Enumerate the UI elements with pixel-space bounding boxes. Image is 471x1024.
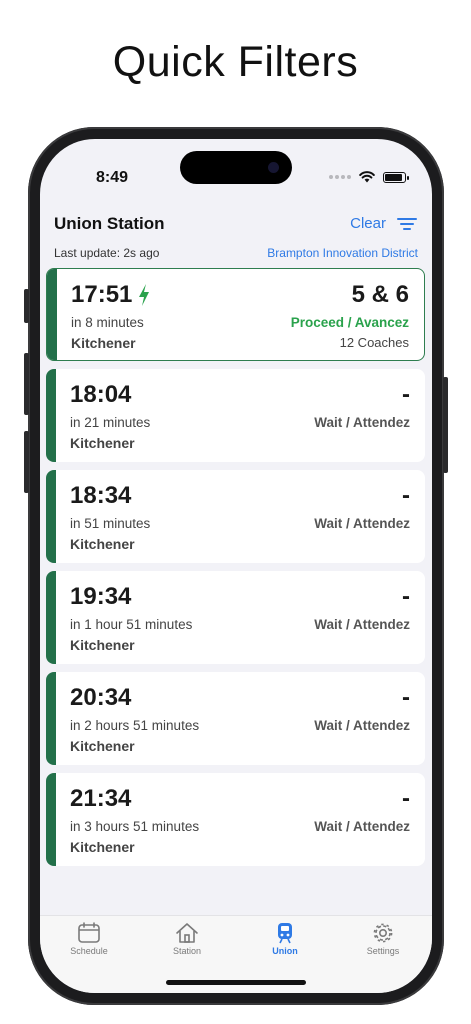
boarding-status: Proceed / Avancez: [290, 315, 409, 330]
camera-icon: [268, 162, 279, 173]
departure-card[interactable]: 18:04 in 21 minutes Kitchener - Wait / A…: [46, 369, 425, 462]
line-color-bar: [46, 773, 56, 866]
departure-destination: Kitchener: [71, 335, 136, 351]
departure-card[interactable]: 19:34 in 1 hour 51 minutes Kitchener - W…: [46, 571, 425, 664]
battery-icon: [383, 171, 409, 183]
platform-number: -: [402, 583, 410, 610]
volume-down-button: [24, 431, 29, 493]
platform-number: -: [402, 684, 410, 711]
calendar-icon: [78, 922, 100, 943]
app-screen: 8:49 Union Station Clear Last update: 2s…: [40, 139, 432, 993]
status-icons: [329, 170, 409, 184]
departure-card[interactable]: 20:34 in 2 hours 51 minutes Kitchener - …: [46, 672, 425, 765]
tab-label: Schedule: [70, 946, 108, 956]
departure-time: 20:34: [70, 684, 132, 711]
tab-bar: Schedule Station Union Settings: [40, 915, 432, 993]
power-button: [443, 377, 448, 473]
station-title: Union Station: [54, 214, 165, 233]
line-color-bar: [46, 571, 56, 664]
phone-frame: 8:49 Union Station Clear Last update: 2s…: [24, 127, 448, 1005]
line-color-bar: [46, 369, 56, 462]
gear-icon: [373, 923, 393, 943]
district-link[interactable]: Brampton Innovation District: [267, 246, 418, 260]
filter-icon[interactable]: [397, 217, 417, 231]
line-color-bar: [47, 269, 57, 360]
boarding-status: Wait / Attendez: [314, 819, 410, 834]
platform-number: 5 & 6: [351, 281, 409, 308]
line-color-bar: [46, 470, 56, 563]
tab-settings[interactable]: Settings: [334, 916, 432, 993]
home-indicator: [166, 980, 306, 985]
departure-relative-time: in 51 minutes: [70, 516, 151, 531]
tab-label: Union: [272, 946, 298, 956]
cellular-icon: [329, 175, 351, 179]
departure-destination: Kitchener: [70, 637, 135, 653]
tab-label: Station: [172, 946, 202, 956]
departure-destination: Kitchener: [70, 435, 135, 451]
departure-time: 21:34: [70, 785, 132, 812]
departure-relative-time: in 8 minutes: [71, 315, 144, 330]
departure-relative-time: in 21 minutes: [70, 415, 151, 430]
departure-destination: Kitchener: [70, 738, 135, 754]
boarding-status: Wait / Attendez: [314, 718, 410, 733]
departure-list: 17:51 in 8 minutes Kitchener 5 & 6 Proce…: [46, 268, 425, 874]
volume-up-button: [24, 353, 29, 415]
status-time: 8:49: [96, 169, 129, 186]
house-icon: [176, 923, 198, 943]
departure-relative-time: in 3 hours 51 minutes: [70, 819, 200, 834]
departure-relative-time: in 1 hour 51 minutes: [70, 617, 193, 632]
boarding-status: Wait / Attendez: [314, 415, 410, 430]
clear-filter-button[interactable]: Clear: [350, 215, 386, 232]
departure-card[interactable]: 17:51 in 8 minutes Kitchener 5 & 6 Proce…: [46, 268, 425, 361]
departure-card[interactable]: 21:34 in 3 hours 51 minutes Kitchener - …: [46, 773, 425, 866]
boarding-status: Wait / Attendez: [314, 516, 410, 531]
departure-time: 18:04: [70, 381, 132, 408]
train-icon: [278, 923, 292, 944]
departure-card[interactable]: 18:34 in 51 minutes Kitchener - Wait / A…: [46, 470, 425, 563]
departure-time: 18:34: [70, 482, 132, 509]
action-button: [24, 289, 29, 323]
last-update-text: Last update: 2s ago: [54, 246, 160, 260]
departure-relative-time: in 2 hours 51 minutes: [70, 718, 200, 733]
boarding-status: Wait / Attendez: [314, 617, 410, 632]
departure-time: 17:51: [71, 281, 133, 308]
bolt-icon: [139, 284, 150, 306]
page-headline: Quick Filters: [112, 38, 359, 86]
tab-schedule[interactable]: Schedule: [40, 916, 138, 993]
status-bar: 8:49: [40, 139, 432, 195]
wifi-icon: [359, 171, 375, 183]
platform-number: -: [402, 482, 410, 509]
platform-number: -: [402, 381, 410, 408]
coach-count: 12 Coaches: [339, 335, 409, 350]
platform-number: -: [402, 785, 410, 812]
dynamic-island: [180, 151, 292, 184]
line-color-bar: [46, 672, 56, 765]
tab-label: Settings: [366, 946, 400, 956]
departure-destination: Kitchener: [70, 839, 135, 855]
departure-destination: Kitchener: [70, 536, 135, 552]
departure-time: 19:34: [70, 583, 132, 610]
